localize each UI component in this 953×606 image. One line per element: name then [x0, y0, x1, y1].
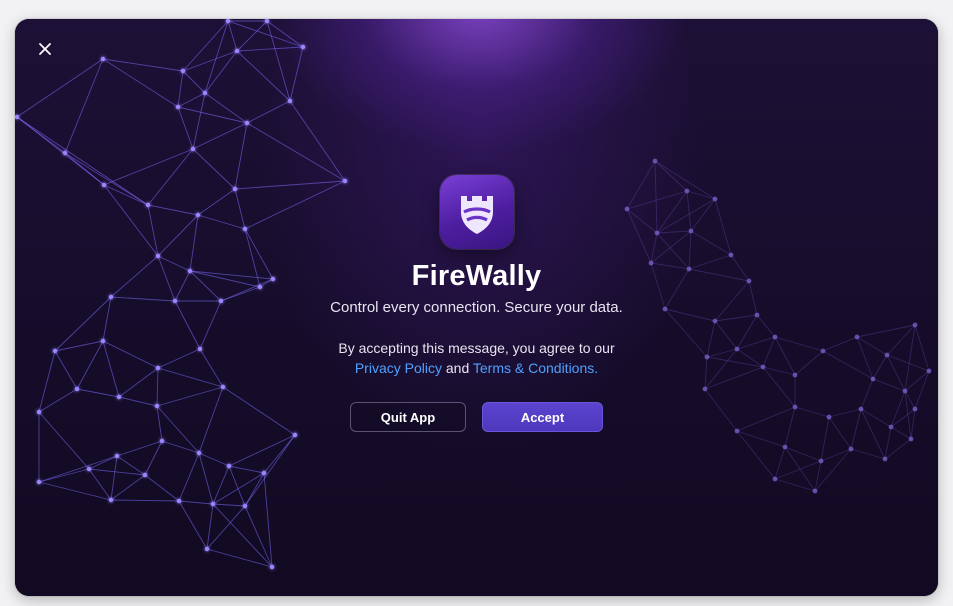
firewall-shield-icon — [439, 175, 514, 249]
app-title: FireWally — [411, 260, 542, 292]
privacy-policy-link[interactable]: Privacy Policy — [355, 360, 442, 376]
close-button[interactable] — [35, 39, 55, 59]
consent-links-line: Privacy Policy and Terms & Conditions. — [15, 358, 938, 378]
action-buttons: Quit App Accept — [15, 402, 938, 432]
quit-app-button[interactable]: Quit App — [350, 402, 466, 432]
consent-conjunction: and — [445, 360, 470, 376]
welcome-panel: FireWally Control every connection. Secu… — [15, 175, 938, 432]
app-tagline: Control every connection. Secure your da… — [330, 299, 623, 316]
terms-conditions-link[interactable]: Terms & Conditions. — [473, 360, 598, 376]
onboarding-window: FireWally Control every connection. Secu… — [15, 19, 938, 596]
consent-prefix: By accepting this message, you agree to … — [338, 340, 615, 356]
consent-text: By accepting this message, you agree to … — [15, 338, 938, 378]
accept-button[interactable]: Accept — [482, 402, 603, 432]
close-icon — [39, 43, 51, 55]
